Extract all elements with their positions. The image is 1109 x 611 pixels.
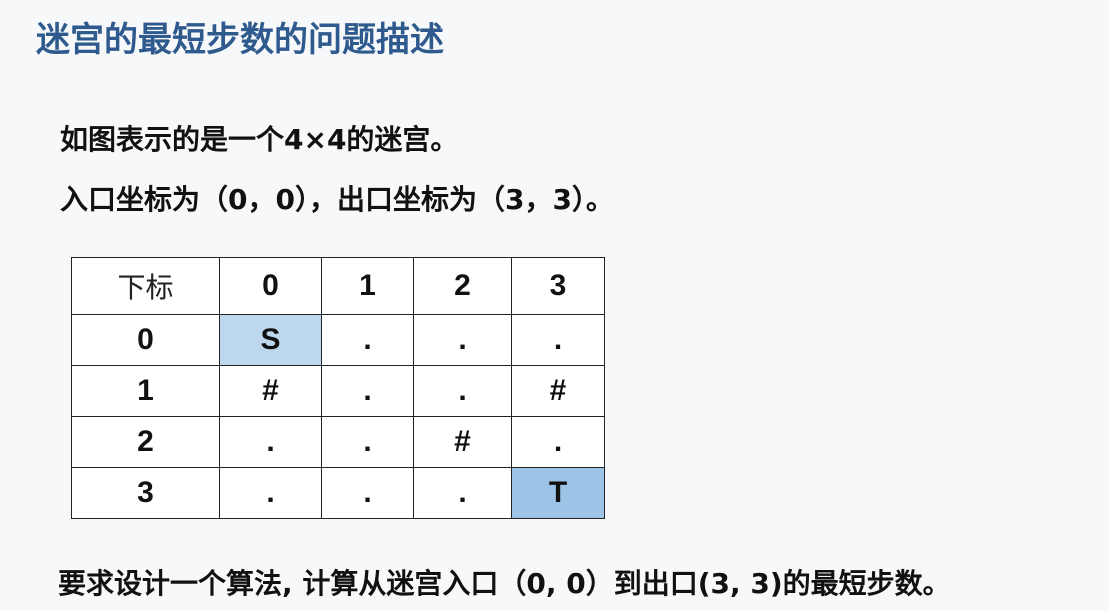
maze-cell: # <box>413 416 512 468</box>
maze-row: 0 S . . . <box>71 314 605 366</box>
maze-cell: . <box>219 416 322 468</box>
col-header: 2 <box>413 257 512 315</box>
maze-cell: . <box>321 416 414 468</box>
intro-line-1: 如图表示的是一个4×4的迷宫。 <box>60 123 459 156</box>
col-header: 1 <box>321 257 414 315</box>
maze-header-row: 下标 0 1 2 3 <box>71 257 605 315</box>
maze-cell: . <box>219 467 322 519</box>
maze-cell-target: T <box>511 467 605 519</box>
maze-cell: . <box>321 467 414 519</box>
maze-row: 1 # . . # <box>71 365 605 417</box>
col-header: 3 <box>511 257 605 315</box>
task-description: 要求设计一个算法, 计算从迷宫入口（0, 0）到出口(3, 3)的最短步数。 <box>58 567 951 600</box>
maze-cell: . <box>321 365 414 417</box>
maze-row: 2 . . # . <box>71 416 605 468</box>
maze-cell: # <box>219 365 322 417</box>
slide-title: 迷宫的最短步数的问题描述 <box>36 20 444 60</box>
maze-cell: . <box>413 467 512 519</box>
row-header: 2 <box>71 416 220 468</box>
maze-cell: . <box>321 314 414 366</box>
intro-line-2: 入口坐标为（0，0），出口坐标为（3，3）。 <box>60 183 614 216</box>
row-header: 0 <box>71 314 220 366</box>
col-header: 0 <box>219 257 322 315</box>
maze-cell: . <box>511 416 605 468</box>
maze-cell-start: S <box>219 314 322 366</box>
maze-cell: . <box>413 314 512 366</box>
maze-cell: # <box>511 365 605 417</box>
maze-cell: . <box>413 365 512 417</box>
row-header: 1 <box>71 365 220 417</box>
maze-cell: . <box>511 314 605 366</box>
maze-table: 下标 0 1 2 3 0 S . . . 1 # . . # 2 . . # .… <box>71 257 605 519</box>
corner-label: 下标 <box>71 257 220 315</box>
maze-row: 3 . . . T <box>71 467 605 519</box>
row-header: 3 <box>71 467 220 519</box>
